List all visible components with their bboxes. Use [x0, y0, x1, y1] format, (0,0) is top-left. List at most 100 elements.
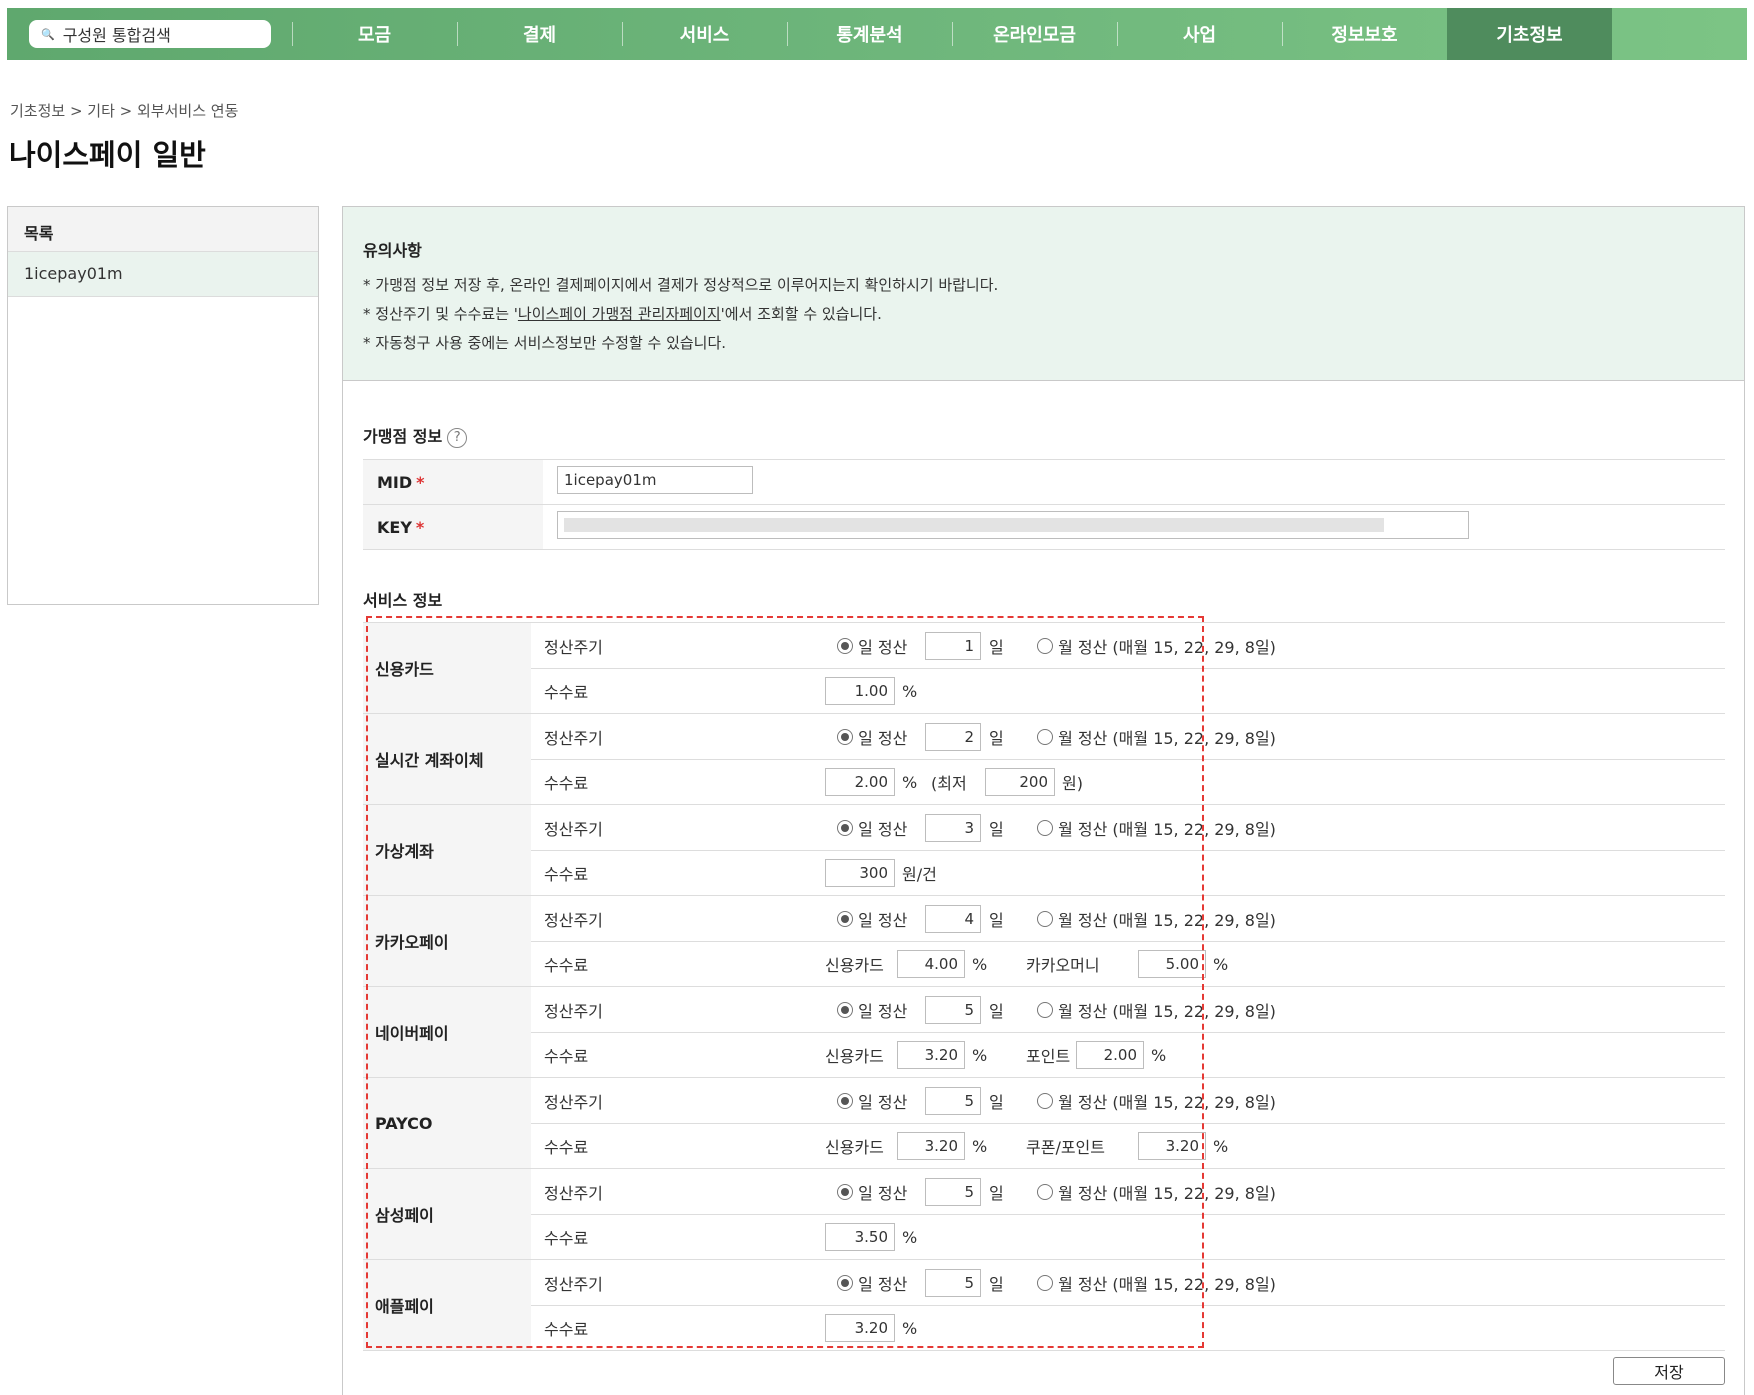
breadcrumb: 기초정보 > 기타 > 외부서비스 연동 [10, 102, 239, 120]
cycle-label: 정산주기 [544, 819, 603, 839]
monthly-radio[interactable]: 월 정산 (매월 15, 22, 29, 8일) [1037, 998, 1276, 1022]
daily-radio[interactable]: 일 정산 [837, 725, 907, 749]
fee-row: 수수료 2.00 % (최저 200 원) [531, 759, 1725, 804]
day-unit: 일 [989, 1092, 1004, 1112]
radio-empty-icon [1037, 910, 1053, 927]
fee-label: 수수료 [544, 1229, 589, 1248]
menu-item-privacy[interactable]: 정보보호 [1282, 8, 1447, 60]
day-unit: 일 [989, 1001, 1004, 1021]
days-input[interactable]: 2 [925, 722, 981, 751]
monthly-radio[interactable]: 월 정산 (매월 15, 22, 29, 8일) [1037, 907, 1276, 931]
fee-input[interactable]: 3.50 [825, 1223, 895, 1251]
fee-input[interactable]: 3.20 [825, 1314, 895, 1342]
menu-item-statistics[interactable]: 통계분석 [787, 8, 952, 60]
merchant-section-title: 가맹점 정보? [363, 423, 468, 448]
days-input[interactable]: 5 [925, 995, 981, 1024]
extra-fee-input[interactable]: 5.00 [1138, 950, 1206, 978]
cycle-row: 정산주기 일 정산 5 일 월 정산 (매월 15, 22, 29, 8일) [531, 987, 1725, 1032]
notice-title: 유의사항 [363, 241, 422, 260]
radio-selected-icon [837, 637, 853, 654]
extra-fee-input[interactable]: 3.20 [1138, 1132, 1206, 1160]
extra-fee-label: 카카오머니 [1026, 956, 1100, 975]
percent-unit: % [1151, 1045, 1167, 1065]
daily-radio[interactable]: 일 정산 [837, 1271, 907, 1295]
fee-row: 수수료 신용카드 4.00 % 카카오머니 5.00 % [531, 941, 1725, 986]
card-fee-input[interactable]: 3.20 [897, 1041, 965, 1069]
extra-fee-input[interactable]: 2.00 [1076, 1041, 1144, 1069]
fee-unit: 원/건 [902, 865, 937, 884]
radio-selected-icon [837, 819, 853, 836]
days-input[interactable]: 4 [925, 904, 981, 933]
monthly-radio[interactable]: 월 정산 (매월 15, 22, 29, 8일) [1037, 725, 1276, 749]
monthly-radio[interactable]: 월 정산 (매월 15, 22, 29, 8일) [1037, 634, 1276, 658]
list-item[interactable]: 1icepay01m [8, 252, 318, 297]
service-name: 삼성페이 [363, 1169, 531, 1259]
service-group: 실시간 계좌이체 정산주기 일 정산 2 일 월 정산 (매월 15, 22, … [363, 714, 1725, 805]
menu-item-fundraising[interactable]: 모금 [292, 8, 457, 60]
monthly-radio[interactable]: 월 정산 (매월 15, 22, 29, 8일) [1037, 1180, 1276, 1204]
fee-input[interactable]: 1.00 [825, 677, 895, 705]
menu-item-basic-info[interactable]: 기초정보 [1447, 8, 1612, 60]
fee-label: 수수료 [544, 1047, 589, 1066]
radio-selected-icon [837, 910, 853, 927]
save-button[interactable]: 저장 [1613, 1357, 1725, 1385]
fee-unit: % [902, 1227, 918, 1247]
cycle-row: 정산주기 일 정산 2 일 월 정산 (매월 15, 22, 29, 8일) [531, 714, 1725, 759]
monthly-radio[interactable]: 월 정산 (매월 15, 22, 29, 8일) [1037, 816, 1276, 840]
min-fee-unit: 원) [1062, 774, 1083, 793]
card-fee-input[interactable]: 3.20 [897, 1132, 965, 1160]
min-fee-label: (최저 [931, 774, 967, 793]
list-panel: 목록 1icepay01m [7, 206, 319, 605]
cycle-label: 정산주기 [544, 728, 603, 748]
daily-radio[interactable]: 일 정산 [837, 1089, 907, 1113]
fee-label: 수수료 [544, 1138, 589, 1157]
cycle-row: 정산주기 일 정산 4 일 월 정산 (매월 15, 22, 29, 8일) [531, 896, 1725, 941]
service-table: 신용카드 정산주기 일 정산 1 일 월 정산 (매월 15, 22, 29, … [363, 622, 1725, 1351]
key-field[interactable] [557, 511, 1469, 539]
percent-unit: % [972, 1045, 988, 1065]
fee-input[interactable]: 2.00 [825, 768, 895, 796]
radio-selected-icon [837, 1183, 853, 1200]
mid-field[interactable]: 1icepay01m [557, 466, 753, 494]
fee-input[interactable]: 300 [825, 859, 895, 887]
card-fee-label: 신용카드 [825, 956, 884, 975]
days-input[interactable]: 5 [925, 1086, 981, 1115]
fee-row: 수수료 3.20 % [531, 1305, 1725, 1350]
days-input[interactable]: 5 [925, 1268, 981, 1297]
service-group: 애플페이 정산주기 일 정산 5 일 월 정산 (매월 15, 22, 29, … [363, 1260, 1725, 1351]
daily-radio[interactable]: 일 정산 [837, 816, 907, 840]
daily-radio[interactable]: 일 정산 [837, 998, 907, 1022]
day-unit: 일 [989, 1183, 1004, 1203]
menu-item-online-fundraising[interactable]: 온라인모금 [952, 8, 1117, 60]
service-group: 가상계좌 정산주기 일 정산 3 일 월 정산 (매월 15, 22, 29, … [363, 805, 1725, 896]
days-input[interactable]: 3 [925, 813, 981, 842]
min-fee-input[interactable]: 200 [985, 768, 1055, 796]
daily-radio[interactable]: 일 정산 [837, 634, 907, 658]
menu-item-payment[interactable]: 결제 [457, 8, 622, 60]
cycle-row: 정산주기 일 정산 3 일 월 정산 (매월 15, 22, 29, 8일) [531, 805, 1725, 850]
radio-selected-icon [837, 728, 853, 745]
menu-item-business[interactable]: 사업 [1117, 8, 1282, 60]
page-title: 나이스페이 일반 [9, 138, 206, 172]
menu-item-service[interactable]: 서비스 [622, 8, 787, 60]
search-icon: 🔍 [41, 27, 55, 41]
cycle-label: 정산주기 [544, 1001, 603, 1021]
help-icon[interactable]: ? [447, 427, 468, 448]
radio-empty-icon [1037, 1092, 1053, 1109]
days-input[interactable]: 5 [925, 1177, 981, 1206]
card-fee-input[interactable]: 4.00 [897, 950, 965, 978]
fee-label: 수수료 [544, 865, 589, 884]
search-input[interactable]: 🔍 구성원 통합검색 [29, 20, 271, 48]
daily-radio[interactable]: 일 정산 [837, 907, 907, 931]
fee-row: 수수료 300 원/건 [531, 850, 1725, 895]
monthly-radio[interactable]: 월 정산 (매월 15, 22, 29, 8일) [1037, 1271, 1276, 1295]
monthly-radio[interactable]: 월 정산 (매월 15, 22, 29, 8일) [1037, 1089, 1276, 1113]
service-group: 네이버페이 정산주기 일 정산 5 일 월 정산 (매월 15, 22, 29,… [363, 987, 1725, 1078]
daily-radio[interactable]: 일 정산 [837, 1180, 907, 1204]
merchant-admin-link[interactable]: 나이스페이 가맹점 관리자페이지 [518, 305, 721, 323]
days-input[interactable]: 1 [925, 631, 981, 660]
cycle-row: 정산주기 일 정산 5 일 월 정산 (매월 15, 22, 29, 8일) [531, 1260, 1725, 1305]
radio-empty-icon [1037, 819, 1053, 836]
day-unit: 일 [989, 637, 1004, 657]
extra-fee-label: 포인트 [1026, 1047, 1071, 1066]
